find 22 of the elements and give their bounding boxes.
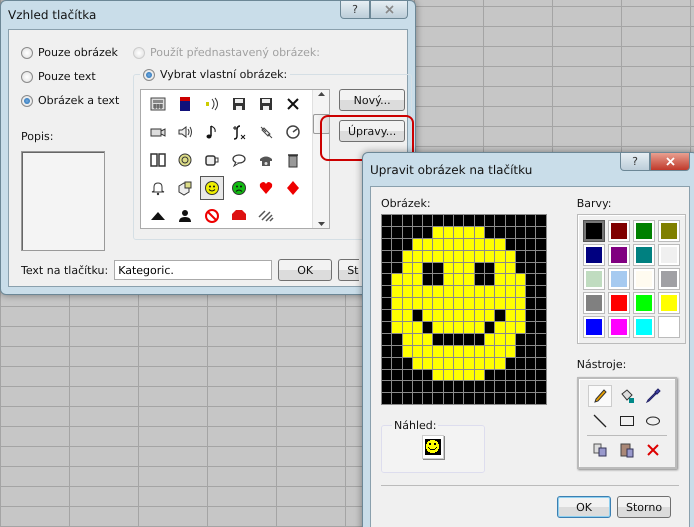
- option-label: Vybrat vlastní obrázek:: [160, 68, 288, 81]
- tools-label: Nástroje:: [576, 358, 628, 371]
- cancel-button[interactable]: Storno: [617, 496, 671, 518]
- edit-button[interactable]: Úpravy...: [339, 120, 406, 142]
- colors-label: Barvy:: [576, 197, 612, 210]
- window-title: Vzhled tlačítka: [8, 8, 96, 22]
- ok-button[interactable]: OK: [557, 496, 611, 518]
- ok-button[interactable]: OK: [278, 259, 332, 281]
- edit-button[interactable]: Nový...: [339, 89, 406, 111]
- image-label: Obrázek:: [381, 197, 432, 210]
- help-button[interactable]: ?: [620, 153, 650, 171]
- button-text-label: Text na tlačítku:: [21, 264, 108, 276]
- option-label: Pouze obrázek: [38, 46, 118, 59]
- description-label: Popis:: [21, 130, 54, 143]
- option-label: Obrázek a text: [38, 94, 120, 107]
- preview-label: Náhled:: [393, 419, 438, 432]
- option-label: Pouze text: [38, 70, 96, 83]
- window-title: Upravit obrázek na tlačítku: [370, 162, 532, 176]
- option-label: Použít přednastavený obrázek:: [150, 46, 320, 59]
- cancel-button[interactable]: St: [338, 259, 360, 281]
- help-button[interactable]: ?: [340, 1, 370, 19]
- button-text-field[interactable]: Kategoric.: [114, 260, 272, 280]
